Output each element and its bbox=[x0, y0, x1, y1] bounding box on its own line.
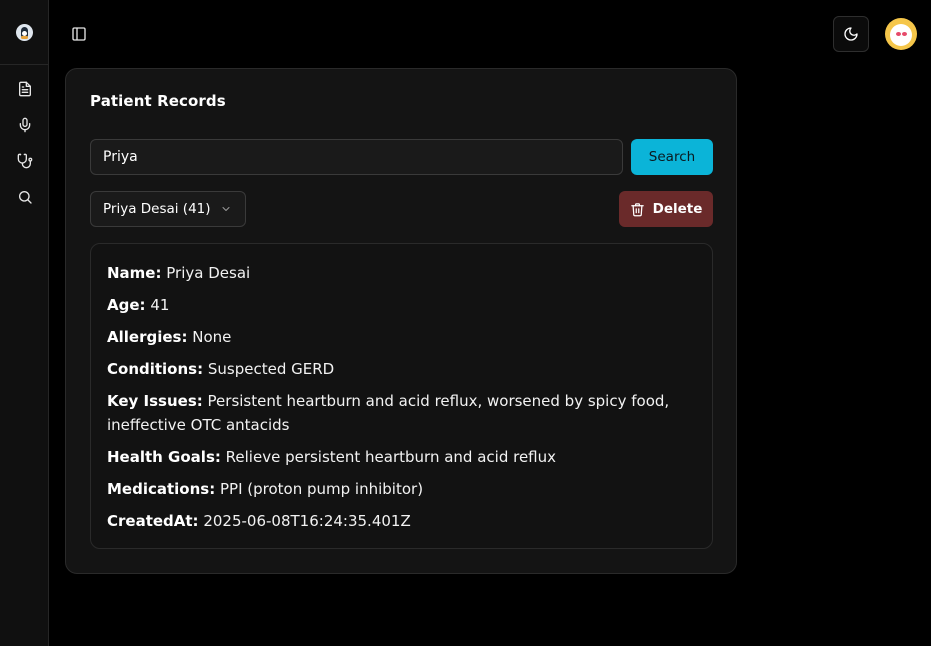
record-value-health-goals: Relieve persistent heartburn and acid re… bbox=[225, 448, 557, 466]
card-title: Patient Records bbox=[90, 92, 226, 110]
record-row-health-goals: Health Goals: Relieve persistent heartbu… bbox=[107, 445, 696, 469]
sidebar-toggle-icon bbox=[72, 27, 86, 41]
record-value-age: 41 bbox=[150, 296, 170, 314]
document-icon bbox=[19, 81, 31, 97]
record-row-medications: Medications: PPI (proton pump inhibitor) bbox=[107, 477, 696, 501]
trash-icon bbox=[630, 202, 644, 216]
sidebar-divider bbox=[0, 64, 48, 65]
search-input[interactable] bbox=[90, 139, 623, 175]
record-value-allergies: None bbox=[192, 328, 232, 346]
delete-button[interactable]: Delete bbox=[619, 191, 713, 227]
sidebar-item-documents[interactable] bbox=[15, 79, 35, 99]
record-row-age: Age: 41 bbox=[107, 293, 696, 317]
theme-toggle-button[interactable] bbox=[833, 16, 869, 52]
microphone-icon bbox=[19, 117, 31, 133]
record-label: Medications: bbox=[107, 480, 216, 498]
record-label: Allergies: bbox=[107, 328, 188, 346]
delete-button-label: Delete bbox=[652, 201, 703, 217]
record-row-name: Name: Priya Desai bbox=[107, 261, 696, 285]
chevron-down-icon bbox=[222, 207, 230, 211]
patient-select-value: Priya Desai (41) bbox=[103, 201, 211, 217]
patient-record-details: Name: Priya Desai Age: 41 Allergies: Non… bbox=[90, 243, 713, 549]
record-row-allergies: Allergies: None bbox=[107, 325, 696, 349]
sidebar-item-patients[interactable] bbox=[15, 151, 35, 171]
search-icon bbox=[19, 191, 32, 204]
search-button[interactable]: Search bbox=[631, 139, 713, 175]
patient-records-card: Patient Records Search Priya Desai (41) … bbox=[65, 68, 737, 574]
record-label: Age: bbox=[107, 296, 146, 314]
record-value-medications: PPI (proton pump inhibitor) bbox=[220, 480, 424, 498]
record-value-conditions: Suspected GERD bbox=[207, 360, 335, 378]
user-avatar[interactable] bbox=[885, 18, 917, 50]
patient-select[interactable]: Priya Desai (41) bbox=[90, 191, 246, 227]
record-label: Conditions: bbox=[107, 360, 204, 378]
record-label: Key Issues: bbox=[107, 392, 203, 410]
record-label: Name: bbox=[107, 264, 162, 282]
record-value-created-at: 2025-06-08T16:24:35.401Z bbox=[203, 512, 411, 530]
sidebar bbox=[0, 0, 49, 646]
record-row-conditions: Conditions: Suspected GERD bbox=[107, 357, 696, 381]
record-value-name: Priya Desai bbox=[166, 264, 251, 282]
moon-icon bbox=[844, 27, 858, 41]
record-row-key-issues: Key Issues: Persistent heartburn and aci… bbox=[107, 389, 696, 437]
sidebar-item-search[interactable] bbox=[15, 187, 35, 207]
stethoscope-icon bbox=[17, 153, 33, 169]
record-row-created-at: CreatedAt: 2025-06-08T16:24:35.401Z bbox=[107, 509, 696, 533]
sidebar-toggle-button[interactable] bbox=[69, 24, 89, 44]
record-label: Health Goals: bbox=[107, 448, 221, 466]
record-label: CreatedAt: bbox=[107, 512, 199, 530]
penguin-logo-icon[interactable] bbox=[16, 24, 33, 41]
sidebar-item-record-audio[interactable] bbox=[15, 115, 35, 135]
